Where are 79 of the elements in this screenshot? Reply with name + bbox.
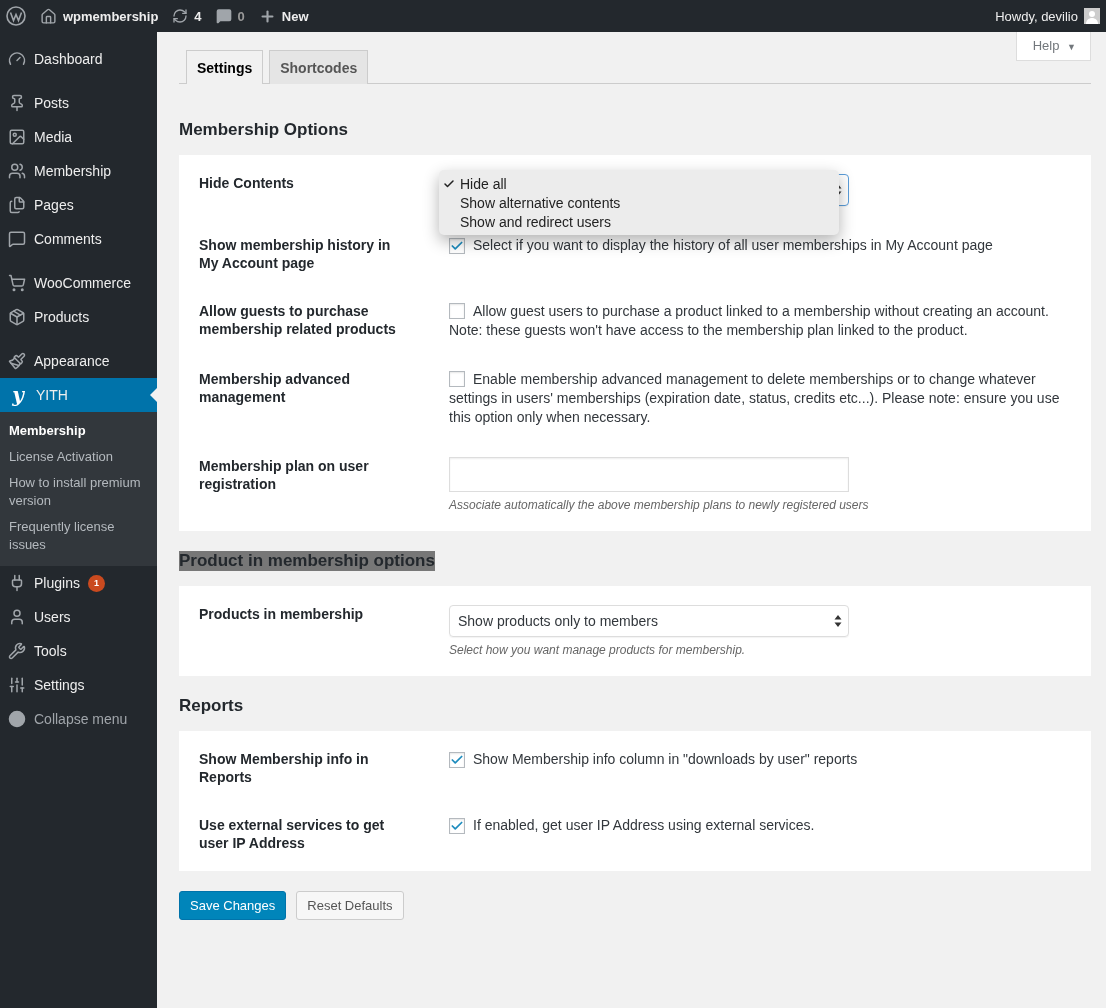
people-icon xyxy=(8,162,26,180)
help-button[interactable]: Help ▼ xyxy=(1015,32,1091,61)
text-field[interactable] xyxy=(449,457,849,492)
field-label: Products in membership xyxy=(199,605,365,624)
field-label: Show Membership info in Reports xyxy=(199,750,370,786)
select-field[interactable]: Show products only to members xyxy=(449,605,849,637)
section-heading: Product in membership options xyxy=(179,551,435,571)
pin-icon xyxy=(8,94,26,112)
pages-icon xyxy=(8,196,26,214)
sidebar-item[interactable]: Membership xyxy=(0,154,157,188)
sidebar-item[interactable]: Dashboard xyxy=(0,42,157,76)
field-label: Allow guests to purchase membership related products xyxy=(199,302,397,339)
sidebar-item[interactable]: Comments xyxy=(0,222,157,256)
field-label: Show membership history in My Account page xyxy=(199,236,392,272)
count-badge: 1 xyxy=(87,574,105,592)
paintbrush-icon xyxy=(8,352,26,370)
dropdown-option[interactable]: Hide all xyxy=(439,174,839,193)
submenu-item[interactable]: Frequently license issues xyxy=(0,514,157,558)
checkbox[interactable] xyxy=(449,303,465,319)
sidebar-item[interactable]: Appearance xyxy=(0,344,157,378)
refresh-icon xyxy=(172,8,189,24)
sidebar-item[interactable]: Users xyxy=(0,600,157,634)
field-description: Associate automatically the above membership plans to newly registered users xyxy=(449,498,870,512)
home-icon xyxy=(40,7,57,25)
checkbox[interactable] xyxy=(449,238,465,254)
section-heading: Membership Options xyxy=(179,120,349,140)
wordpress-logo-icon[interactable] xyxy=(6,6,26,26)
sidebar-item[interactable]: Plugins 1 xyxy=(0,566,157,600)
submenu-item[interactable]: Membership xyxy=(0,418,157,444)
avatar-icon xyxy=(1084,8,1100,24)
checkbox-text: Allow guest users to purchase a product linked to a membership without creating an account. Note: these guests won't have access to the membership plan linked to the product. xyxy=(449,302,1050,340)
collapse-icon xyxy=(8,710,26,728)
field-label: Membership plan on user registration xyxy=(199,457,370,494)
tab[interactable]: Settings xyxy=(186,50,264,84)
section-heading: Reports xyxy=(179,696,244,716)
sidebar-item[interactable]: Products xyxy=(0,300,157,334)
checkbox[interactable] xyxy=(449,818,465,834)
sidebar-item[interactable]: y YITH xyxy=(0,378,157,412)
sidebar-item[interactable]: Posts xyxy=(0,86,157,120)
site-name-link[interactable]: wpmembership xyxy=(63,8,159,24)
comments-count[interactable]: 0 xyxy=(237,8,245,24)
wrench-icon xyxy=(8,642,26,660)
comment-icon xyxy=(215,8,232,24)
field-label: Hide Contents xyxy=(199,174,295,193)
box-icon xyxy=(8,308,26,326)
sidebar-item[interactable]: Tools xyxy=(0,634,157,668)
save-button[interactable]: Save Changes xyxy=(179,891,287,920)
sidebar-item[interactable]: Collapse menu xyxy=(0,702,157,736)
sidebar-item[interactable]: Pages xyxy=(0,188,157,222)
logo-icon: y xyxy=(8,383,28,407)
cart-icon xyxy=(8,274,26,292)
checkbox-text: Enable membership advanced management to delete memberships or to change whatever settings in users' memberships (expiration date, status, credits etc...). Please note: ensure you use this option only when necessary. xyxy=(449,370,1061,427)
checkbox-text: Show Membership info column in "downloads by user" reports xyxy=(449,750,1071,786)
plus-icon xyxy=(258,7,276,25)
sidebar-item[interactable]: WooCommerce xyxy=(0,266,157,300)
comment-icon xyxy=(8,230,26,248)
submenu-item[interactable]: License Activation xyxy=(0,444,157,470)
new-link[interactable]: New xyxy=(281,8,309,24)
checkbox-text: If enabled, get user IP Address using external services. xyxy=(449,816,1071,852)
updates-count[interactable]: 4 xyxy=(194,8,202,24)
checkbox[interactable] xyxy=(449,371,465,387)
checkbox[interactable] xyxy=(449,752,465,768)
sidebar-item[interactable]: Settings xyxy=(0,668,157,702)
dashboard-icon xyxy=(8,50,26,68)
field-label: Membership advanced management xyxy=(199,370,351,407)
arrows-icon xyxy=(834,614,842,628)
reset-button[interactable]: Reset Defaults xyxy=(296,891,404,920)
sidebar-item[interactable]: Media xyxy=(0,120,157,154)
image-icon xyxy=(8,128,26,146)
sliders-icon xyxy=(8,676,26,694)
submenu-item[interactable]: How to install premium version xyxy=(0,470,157,514)
tab[interactable]: Shortcodes xyxy=(269,50,369,84)
field-label: Use external services to get user IP Address xyxy=(199,816,386,852)
dropdown-option[interactable]: Show alternative contents xyxy=(439,193,839,212)
greeting-link[interactable]: Howdy, devilio xyxy=(995,8,1078,24)
user-icon xyxy=(8,608,26,626)
checkbox-text: Select if you want to display the history of all user memberships in My Account page xyxy=(449,236,1071,272)
field-description: Select how you want manage products for membership. xyxy=(449,643,747,657)
dropdown-option[interactable]: Show and redirect users xyxy=(439,212,839,231)
